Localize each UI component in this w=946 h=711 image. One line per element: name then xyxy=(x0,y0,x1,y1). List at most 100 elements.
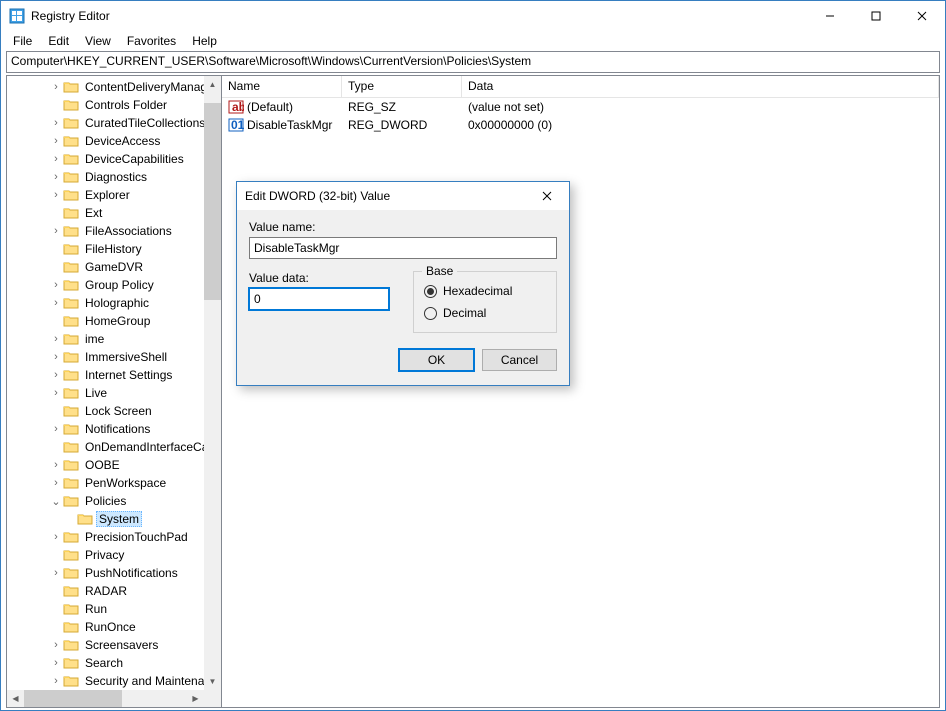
tree-item[interactable]: ...›OOBE xyxy=(7,456,221,474)
tree-item[interactable]: ...›FileAssociations xyxy=(7,222,221,240)
tree-item[interactable]: ...›Search xyxy=(7,654,221,672)
expand-toggle[interactable]: › xyxy=(49,387,63,399)
expand-toggle[interactable]: › xyxy=(49,153,63,165)
tree-item[interactable]: ...›Notifications xyxy=(7,420,221,438)
expand-toggle[interactable]: › xyxy=(49,135,63,147)
tree-item-label: FileAssociations xyxy=(82,223,175,239)
menu-help[interactable]: Help xyxy=(184,32,225,50)
expand-toggle[interactable]: › xyxy=(49,531,63,543)
menu-favorites[interactable]: Favorites xyxy=(119,32,184,50)
dialog-titlebar[interactable]: Edit DWORD (32-bit) Value xyxy=(237,182,569,210)
expand-toggle[interactable]: › xyxy=(49,459,63,471)
expand-toggle[interactable]: . xyxy=(49,621,63,633)
vertical-scroll-thumb[interactable] xyxy=(204,103,221,300)
close-button[interactable] xyxy=(899,1,945,31)
menu-view[interactable]: View xyxy=(77,32,119,50)
tree-item[interactable]: ....Controls Folder xyxy=(7,96,221,114)
tree-horizontal-scrollbar[interactable]: ◀ ▶ xyxy=(7,690,204,707)
tree-item[interactable]: ...›Explorer xyxy=(7,186,221,204)
column-type[interactable]: Type xyxy=(342,76,462,97)
expand-toggle[interactable]: . xyxy=(49,585,63,597)
expand-toggle[interactable]: › xyxy=(49,81,63,93)
value-name-input[interactable] xyxy=(249,237,557,259)
expand-toggle[interactable]: › xyxy=(49,225,63,237)
expand-toggle[interactable]: › xyxy=(49,477,63,489)
tree-item[interactable]: ...›DeviceCapabilities xyxy=(7,150,221,168)
expand-toggle[interactable]: . xyxy=(63,513,77,525)
tree-item[interactable]: ...›PrecisionTouchPad xyxy=(7,528,221,546)
expand-toggle[interactable]: › xyxy=(49,279,63,291)
radio-decimal[interactable]: Decimal xyxy=(424,304,546,322)
radio-hexadecimal[interactable]: Hexadecimal xyxy=(424,282,546,300)
tree-item[interactable]: ...›Live xyxy=(7,384,221,402)
expand-toggle[interactable]: › xyxy=(49,675,63,687)
expand-toggle[interactable]: › xyxy=(49,351,63,363)
tree-item[interactable]: ...›CuratedTileCollections xyxy=(7,114,221,132)
expand-toggle[interactable]: › xyxy=(49,333,63,345)
tree-vertical-scrollbar[interactable]: ▲ ▼ xyxy=(204,76,221,690)
address-bar[interactable]: Computer\HKEY_CURRENT_USER\Software\Micr… xyxy=(6,51,940,73)
tree-item[interactable]: ...›ime xyxy=(7,330,221,348)
tree-item[interactable]: ...›Security and Maintenan xyxy=(7,672,221,690)
minimize-button[interactable] xyxy=(807,1,853,31)
tree-item[interactable]: ....Run xyxy=(7,600,221,618)
expand-toggle[interactable]: . xyxy=(49,99,63,111)
scroll-right-button[interactable]: ▶ xyxy=(187,690,204,707)
tree-item[interactable]: ....RunOnce xyxy=(7,618,221,636)
tree-item[interactable]: ...⌄Policies xyxy=(7,492,221,510)
expand-toggle[interactable]: . xyxy=(49,243,63,255)
expand-toggle[interactable]: › xyxy=(49,657,63,669)
tree-item[interactable]: ...›Diagnostics xyxy=(7,168,221,186)
tree-item[interactable]: ...›PenWorkspace xyxy=(7,474,221,492)
tree-item[interactable]: ...›Screensavers xyxy=(7,636,221,654)
tree-item[interactable]: ...›Group Policy xyxy=(7,276,221,294)
tree-item[interactable]: ....Privacy xyxy=(7,546,221,564)
tree-item[interactable]: ...›ImmersiveShell xyxy=(7,348,221,366)
expand-toggle[interactable]: . xyxy=(49,441,63,453)
expand-toggle[interactable]: . xyxy=(49,315,63,327)
tree-item[interactable]: ...›DeviceAccess xyxy=(7,132,221,150)
tree-item[interactable]: ....GameDVR xyxy=(7,258,221,276)
expand-toggle[interactable]: › xyxy=(49,171,63,183)
tree-item[interactable]: .....System xyxy=(7,510,221,528)
expand-toggle[interactable]: › xyxy=(49,639,63,651)
expand-toggle[interactable]: › xyxy=(49,117,63,129)
list-row[interactable]: ab(Default)REG_SZ(value not set) xyxy=(222,98,939,116)
tree-item[interactable]: ....Ext xyxy=(7,204,221,222)
expand-toggle[interactable]: . xyxy=(49,603,63,615)
tree-item[interactable]: ...›ContentDeliveryManag xyxy=(7,78,221,96)
tree-item[interactable]: ...›Holographic xyxy=(7,294,221,312)
expand-toggle[interactable]: . xyxy=(49,207,63,219)
scroll-left-button[interactable]: ◀ xyxy=(7,690,24,707)
ok-button[interactable]: OK xyxy=(399,349,474,371)
tree-item[interactable]: ....HomeGroup xyxy=(7,312,221,330)
column-name[interactable]: Name xyxy=(222,76,342,97)
tree-item[interactable]: ....OnDemandInterfaceCa xyxy=(7,438,221,456)
list-row[interactable]: 011DisableTaskMgrREG_DWORD0x00000000 (0) xyxy=(222,116,939,134)
expand-toggle[interactable]: › xyxy=(49,369,63,381)
menu-edit[interactable]: Edit xyxy=(40,32,77,50)
tree-item[interactable]: ....RADAR xyxy=(7,582,221,600)
column-data[interactable]: Data xyxy=(462,76,939,97)
tree-item[interactable]: ....FileHistory xyxy=(7,240,221,258)
expand-toggle[interactable]: › xyxy=(49,423,63,435)
horizontal-scroll-thumb[interactable] xyxy=(24,690,122,707)
dialog-close-button[interactable] xyxy=(533,182,561,210)
expand-toggle[interactable]: ⌄ xyxy=(49,495,63,508)
expand-toggle[interactable]: . xyxy=(49,549,63,561)
expand-toggle[interactable]: › xyxy=(49,189,63,201)
scroll-up-button[interactable]: ▲ xyxy=(204,76,221,93)
expand-toggle[interactable]: › xyxy=(49,567,63,579)
tree-item[interactable]: ...›PushNotifications xyxy=(7,564,221,582)
expand-toggle[interactable]: › xyxy=(49,297,63,309)
value-data-input[interactable] xyxy=(249,288,389,310)
registry-tree[interactable]: ...›ContentDeliveryManag....Controls Fol… xyxy=(7,76,221,692)
cancel-button[interactable]: Cancel xyxy=(482,349,557,371)
expand-toggle[interactable]: . xyxy=(49,261,63,273)
tree-item[interactable]: ...›Internet Settings xyxy=(7,366,221,384)
expand-toggle[interactable]: . xyxy=(49,405,63,417)
maximize-button[interactable] xyxy=(853,1,899,31)
menu-file[interactable]: File xyxy=(5,32,40,50)
tree-item[interactable]: ....Lock Screen xyxy=(7,402,221,420)
scroll-down-button[interactable]: ▼ xyxy=(204,673,221,690)
